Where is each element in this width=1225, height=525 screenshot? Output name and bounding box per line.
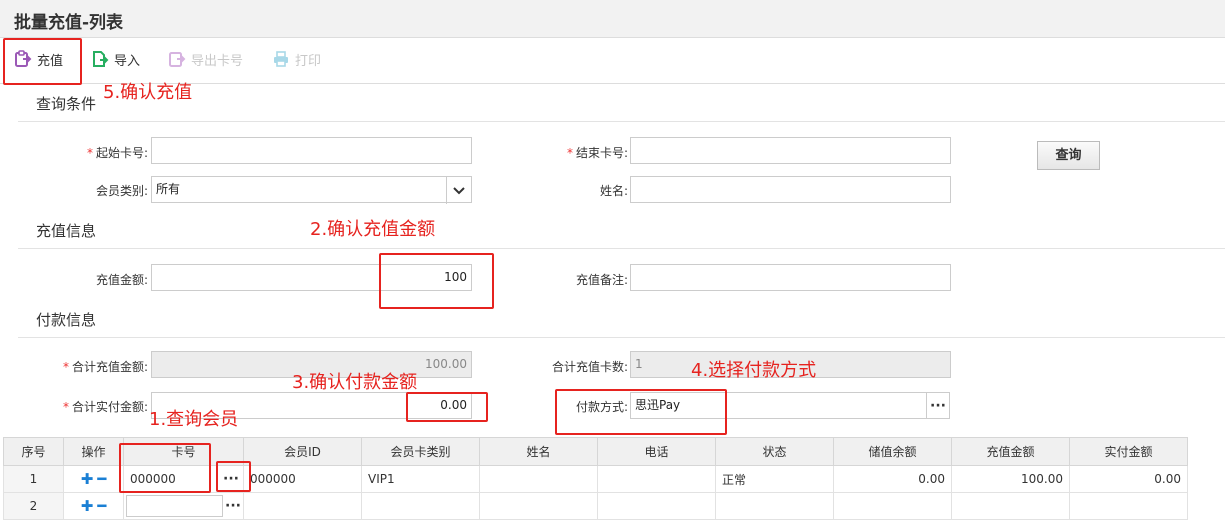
end-card-input[interactable] xyxy=(630,137,951,164)
divider xyxy=(18,121,1225,122)
end-card-label: * 结束卡号: xyxy=(566,146,628,160)
minus-icon[interactable]: ━ xyxy=(97,470,106,488)
chevron-down-icon[interactable] xyxy=(446,177,471,204)
balance-cell xyxy=(833,492,952,520)
minus-icon[interactable]: ━ xyxy=(97,497,106,515)
name-input[interactable] xyxy=(630,176,951,203)
member-type-select[interactable]: 所有 xyxy=(151,176,472,204)
annotation-box-recharge xyxy=(3,38,82,85)
recharge-note-input[interactable] xyxy=(630,264,951,291)
card-lookup-button[interactable]: ··· xyxy=(223,498,243,514)
annotation-box-pay-method xyxy=(555,389,727,435)
member-type-value: 所有 xyxy=(156,182,181,196)
annotation-step1: 1.查询会员 xyxy=(149,409,239,430)
pay-method-lookup-button[interactable]: ··· xyxy=(926,392,950,419)
annotation-box-paid xyxy=(406,392,488,422)
query-button[interactable]: 查询 xyxy=(1037,141,1100,170)
annotation-box-amount xyxy=(379,253,494,309)
print-label: 打印 xyxy=(295,53,322,69)
annotation-box-card xyxy=(119,443,211,493)
annotation-step3: 3.确认付款金额 xyxy=(292,372,418,393)
plus-icon[interactable]: ✚ xyxy=(81,470,94,488)
row-actions: ✚ ━ xyxy=(63,492,124,520)
recharge-amount-label: 充值金额: xyxy=(95,273,148,287)
paid-cell xyxy=(1069,492,1188,520)
start-card-input[interactable] xyxy=(151,137,472,164)
import-button[interactable]: 导入 xyxy=(91,48,140,70)
recharge-note-label: 充值备注: xyxy=(575,273,628,287)
divider xyxy=(18,337,1225,338)
start-card-label: * 起始卡号: xyxy=(86,146,148,160)
col-header: 序号 xyxy=(3,437,64,466)
import-label: 导入 xyxy=(114,53,141,69)
title-bar: 批量充值-列表 xyxy=(0,0,1225,38)
printer-icon xyxy=(274,51,288,67)
recharge-cell: 100.00 xyxy=(951,465,1070,493)
export-card-button[interactable]: 导出卡号 xyxy=(168,48,243,70)
annotation-step4: 4.选择付款方式 xyxy=(691,360,817,381)
card-type-cell xyxy=(361,492,480,520)
status-cell: 正常 xyxy=(715,465,834,493)
export-icon xyxy=(169,52,186,67)
col-header: 会员ID xyxy=(243,437,362,466)
annotation-box-lookup xyxy=(216,461,251,492)
col-header: 姓名 xyxy=(479,437,598,466)
export-card-label: 导出卡号 xyxy=(191,53,244,69)
row-index: 1 xyxy=(3,465,64,493)
divider xyxy=(18,248,1225,249)
col-header: 操作 xyxy=(63,437,124,466)
paid-cell: 0.00 xyxy=(1069,465,1188,493)
query-section-title: 查询条件 xyxy=(36,95,97,113)
row-actions: ✚ ━ xyxy=(63,465,124,493)
table-row[interactable]: 2 ✚ ━ ··· xyxy=(3,492,1188,520)
recharge-section-title: 充值信息 xyxy=(36,222,97,240)
member-type-label: 会员类别: xyxy=(95,184,148,198)
col-header: 储值余额 xyxy=(833,437,952,466)
total-recharge-label: * 合计充值金额: xyxy=(62,360,148,374)
name-cell xyxy=(479,465,598,493)
recharge-cell xyxy=(951,492,1070,520)
total-cards-label: 合计充值卡数: xyxy=(551,360,628,374)
payment-section-title: 付款信息 xyxy=(36,311,97,329)
annotation-step2: 2.确认充值金额 xyxy=(310,219,436,240)
print-button[interactable]: 打印 xyxy=(272,48,321,70)
import-icon xyxy=(93,51,109,67)
card-cell: ··· xyxy=(123,492,244,520)
balance-cell: 0.00 xyxy=(833,465,952,493)
page-title: 批量充值-列表 xyxy=(14,13,124,33)
col-header: 实付金额 xyxy=(1069,437,1188,466)
total-paid-label: * 合计实付金额: xyxy=(62,400,148,414)
more-icon: ··· xyxy=(930,397,946,414)
phone-cell xyxy=(597,492,716,520)
col-header: 状态 xyxy=(715,437,834,466)
card-type-cell: VIP1 xyxy=(361,465,480,493)
name-cell xyxy=(479,492,598,520)
name-label: 姓名: xyxy=(599,184,628,198)
card-number-input[interactable] xyxy=(126,495,223,517)
plus-icon[interactable]: ✚ xyxy=(81,497,94,515)
phone-cell xyxy=(597,465,716,493)
col-header: 会员卡类别 xyxy=(361,437,480,466)
col-header: 电话 xyxy=(597,437,716,466)
annotation-step5: 5.确认充值 xyxy=(103,82,193,103)
member-id-cell xyxy=(243,492,362,520)
member-id-cell: 000000 xyxy=(243,465,362,493)
row-index: 2 xyxy=(3,492,64,520)
status-cell xyxy=(715,492,834,520)
col-header: 充值金额 xyxy=(951,437,1070,466)
